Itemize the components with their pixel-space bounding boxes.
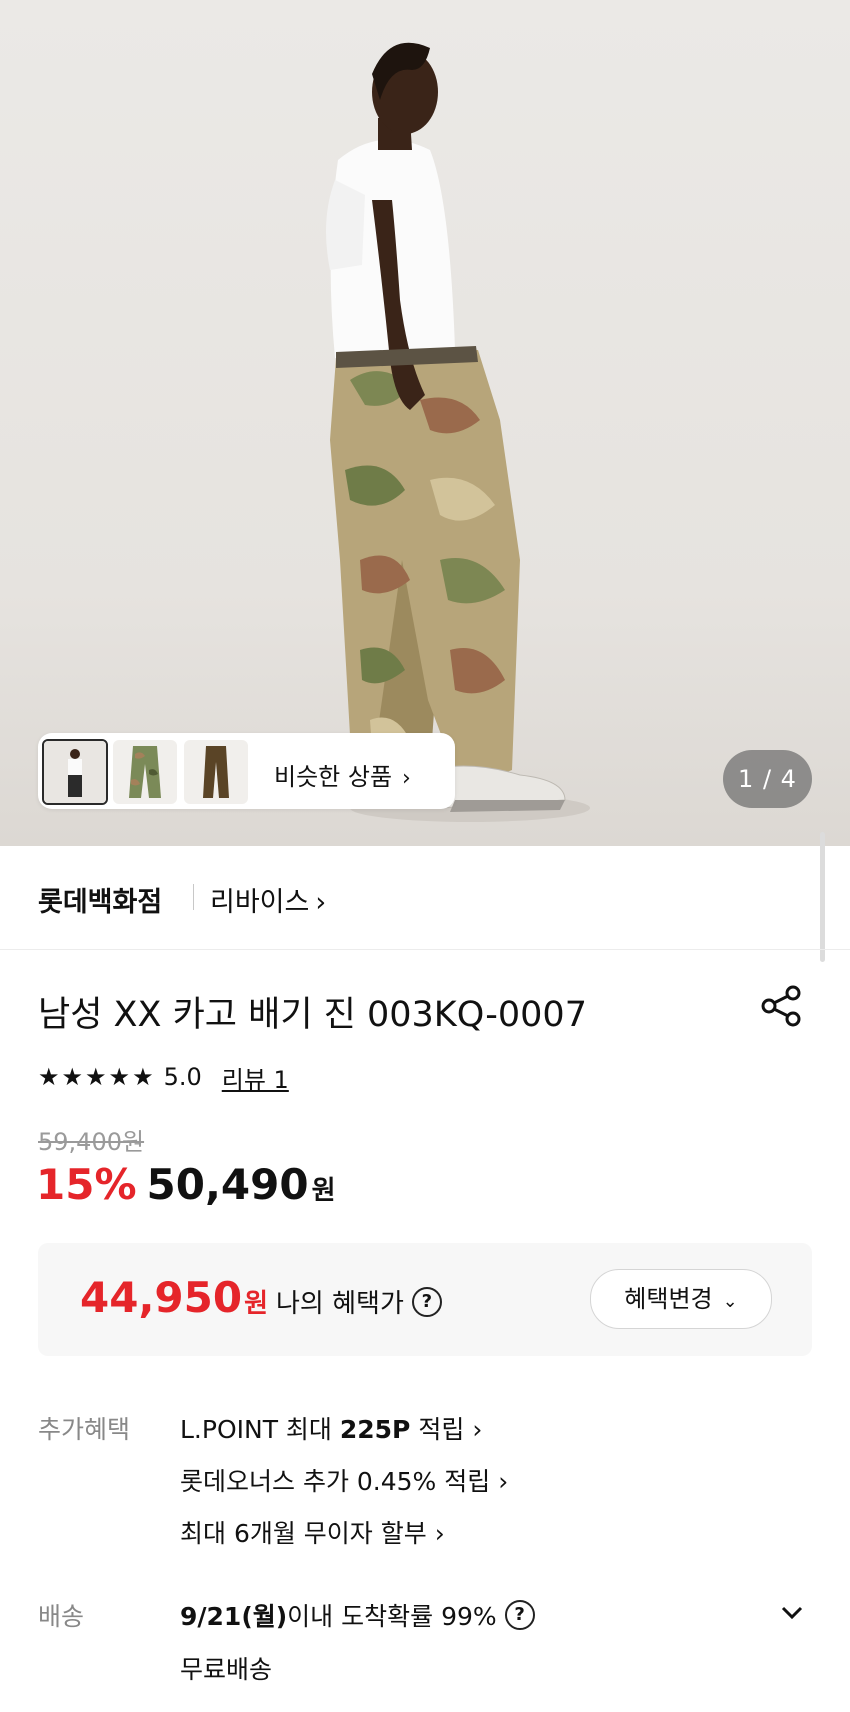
divider — [193, 884, 194, 910]
store-row: 롯데백화점 리바이스 › — [0, 846, 850, 950]
review-link[interactable]: 리뷰 1 — [222, 1060, 289, 1095]
change-benefit-label: 혜택변경 — [624, 1285, 713, 1313]
price-row: 15% 50,490 원 — [36, 1160, 336, 1209]
product-image-carousel[interactable]: 비슷한 상품 › 1 / 4 — [0, 0, 850, 846]
original-price: 59,400원 — [38, 1128, 145, 1156]
thumbnail-model-image — [44, 741, 106, 803]
image-page-indicator: 1 / 4 — [723, 750, 812, 808]
chevron-right-icon: › — [402, 766, 411, 791]
benefit-label: 나의 혜택가 ? — [276, 1283, 442, 1320]
thumbnail-brown-pants-image — [184, 740, 248, 804]
similar-products-label: 비슷한 상품 — [274, 763, 393, 791]
lpoint-benefit-link[interactable]: L.POINT 최대 225P 적립 › — [180, 1410, 482, 1446]
chevron-right-icon: › — [434, 1519, 445, 1548]
benefit-price-currency: 원 — [244, 1289, 268, 1319]
rating-row: ★★★★★ 5.0 리뷰 1 — [38, 1060, 289, 1095]
similar-products-strip[interactable]: 비슷한 상품 › — [38, 733, 455, 809]
thumbnail-1[interactable] — [42, 739, 108, 805]
shipping-estimate: 9/21(월) 이내 도착확률 99% ? — [180, 1597, 535, 1633]
brand-name: 리바이스 — [210, 887, 310, 918]
shipping-fee: 무료배송 — [180, 1655, 273, 1684]
thumbnail-3[interactable] — [184, 740, 248, 804]
sale-price: 50,490 — [146, 1160, 309, 1209]
lotte-owners-benefit-link[interactable]: 롯데오너스 추가 0.45% 적립 › — [180, 1462, 508, 1498]
shipping-label: 배송 — [38, 1602, 85, 1631]
installment-benefit-link[interactable]: 최대 6개월 무이자 할부 › — [180, 1514, 445, 1550]
additional-benefits-label: 추가혜택 — [38, 1415, 131, 1444]
store-name[interactable]: 롯데백화점 — [38, 880, 162, 919]
lpoint-prefix: L.POINT 최대 — [180, 1415, 340, 1444]
chevron-right-icon: › — [472, 1415, 483, 1444]
star-rating-icon: ★★★★★ — [38, 1063, 156, 1091]
shipping-arrival-text: 이내 도착확률 99% — [287, 1602, 497, 1631]
thumbnail-2[interactable] — [113, 740, 177, 804]
rating-score: 5.0 — [163, 1063, 202, 1091]
help-icon[interactable]: ? — [411, 1286, 442, 1317]
benefit-price-value: 44,950 — [80, 1273, 243, 1322]
benefit-price: 44,950 원 — [80, 1273, 268, 1322]
brand-link[interactable]: 리바이스 › — [210, 880, 326, 919]
product-photo — [326, 42, 590, 822]
change-benefit-button[interactable]: 혜택변경 ⌄ — [590, 1269, 772, 1329]
discount-rate: 15% — [36, 1160, 137, 1209]
help-icon[interactable]: ? — [504, 1600, 535, 1630]
product-title: 남성 XX 카고 배기 진 003KQ-0007 — [38, 995, 587, 1035]
chevron-right-icon: › — [498, 1467, 509, 1496]
installment-text: 최대 6개월 무이자 할부 — [180, 1519, 427, 1548]
shipping-date: 9/21(월) — [180, 1602, 288, 1631]
share-icon[interactable] — [757, 982, 805, 1030]
lpoint-points: 225P — [339, 1415, 411, 1444]
thumbnail-camo-pants-image — [113, 740, 177, 804]
chevron-down-icon: ⌄ — [722, 1291, 738, 1312]
lotte-owners-text: 롯데오너스 추가 0.45% 적립 — [180, 1467, 491, 1496]
chevron-down-icon[interactable] — [777, 1597, 807, 1627]
benefit-price-box: 44,950 원 나의 혜택가 ? 혜택변경 ⌄ — [38, 1243, 812, 1356]
sale-price-currency: 원 — [311, 1176, 336, 1206]
similar-products-link[interactable]: 비슷한 상품 › — [274, 757, 411, 792]
benefit-label-text: 나의 혜택가 — [276, 1289, 404, 1319]
chevron-right-icon: › — [315, 887, 327, 918]
lpoint-suffix: 적립 — [410, 1415, 465, 1444]
